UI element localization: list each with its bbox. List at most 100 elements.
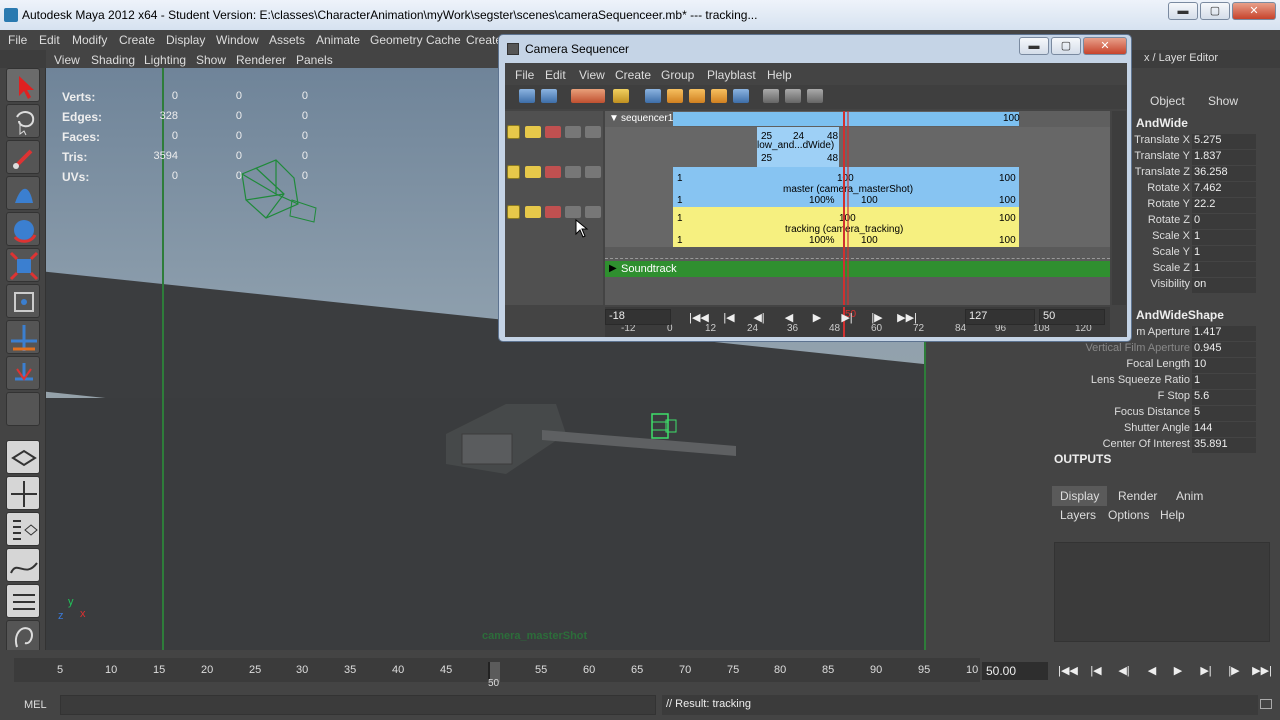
seq-maximize-button[interactable]: ▢	[1051, 37, 1081, 55]
manipulator-tool-icon[interactable]	[6, 284, 40, 318]
menu-assets[interactable]: Assets	[269, 33, 305, 47]
show-manipulator-icon[interactable]	[6, 356, 40, 390]
ts-play-backward-button[interactable]: ◀	[1142, 664, 1162, 680]
outliner-layout-icon[interactable]	[6, 512, 40, 546]
paint-tool-icon[interactable]	[6, 140, 40, 174]
attr-value[interactable]: 5	[1192, 406, 1256, 421]
seq-menu-view[interactable]: View	[579, 68, 605, 82]
up-wide-icon[interactable]	[565, 126, 581, 138]
layer-menu-layers[interactable]: Layers	[1060, 508, 1096, 522]
vp-menu-lighting[interactable]: Lighting	[144, 53, 186, 67]
attr-value[interactable]: 0.945	[1192, 342, 1256, 357]
play-sequence-icon[interactable]	[807, 89, 823, 103]
expand-arrow-icon[interactable]: ▶	[609, 263, 617, 274]
step-back-frame-button[interactable]: ◀|	[749, 311, 769, 327]
ts-go-to-start-button[interactable]: |◀◀	[1058, 664, 1078, 680]
shot-wide[interactable]: 25 24 48 low_and...dWide) 25 48	[757, 127, 839, 167]
attr-value[interactable]: 1	[1192, 262, 1256, 277]
seq-menu-playblast[interactable]: Playblast	[707, 68, 756, 82]
shot-master[interactable]: 1 100 100 master (camera_masterShot) 1 1…	[673, 167, 1019, 207]
soundtrack-lane[interactable]: ▶ Soundtrack	[605, 261, 1110, 277]
layer-menu-help[interactable]: Help	[1160, 508, 1185, 522]
sequencer-bar[interactable]	[673, 112, 1019, 126]
attr-value[interactable]: 7.462	[1192, 182, 1256, 197]
ts-step-back-key-button[interactable]: |◀	[1086, 664, 1106, 680]
time-slider-bar[interactable]: 5 10 15 20 25 30 35 40 45 50 55 60 65 70…	[14, 658, 980, 689]
seq-minimize-button[interactable]: ▬	[1019, 37, 1049, 55]
attr-value[interactable]: 1.417	[1192, 326, 1256, 341]
minimize-button[interactable]: ▬	[1168, 2, 1198, 20]
select-tool-icon[interactable]	[6, 68, 40, 102]
snap-icon[interactable]	[667, 89, 683, 103]
solo-master-icon[interactable]	[545, 166, 561, 178]
mute-tracking-icon[interactable]	[525, 206, 541, 218]
vp-menu-view[interactable]: View	[54, 53, 80, 67]
maximize-button[interactable]: ▢	[1200, 2, 1230, 20]
ts-go-to-end-button[interactable]: ▶▶|	[1252, 664, 1272, 680]
ts-step-forward-key-button[interactable]: |▶	[1224, 664, 1244, 680]
attr-value[interactable]: 5.275	[1192, 134, 1256, 149]
camera-view-icon[interactable]	[541, 89, 557, 103]
sequencer-canvas[interactable]: ▼ sequencer1 100 25 24 48 low_and...dWid…	[605, 111, 1110, 305]
ts-step-back-frame-button[interactable]: ◀|	[1114, 664, 1134, 680]
lock-wide-icon[interactable]	[507, 125, 520, 139]
seq-menu-group[interactable]: Group	[661, 68, 694, 82]
go-to-end-button[interactable]: ▶▶|	[897, 311, 917, 327]
current-time-field[interactable]: 50.00	[982, 662, 1048, 680]
attr-value[interactable]: 5.6	[1192, 390, 1256, 405]
mute-master-icon[interactable]	[525, 166, 541, 178]
soft-mod-tool-icon[interactable]	[6, 320, 40, 354]
collapse-arrow-icon[interactable]: ▼	[609, 113, 619, 124]
menu-create[interactable]: Create	[119, 33, 155, 47]
lock-master-icon[interactable]	[507, 165, 520, 179]
attr-value[interactable]: 1	[1192, 374, 1256, 389]
go-to-start-button[interactable]: |◀◀	[689, 311, 709, 327]
expand-icon[interactable]	[785, 89, 801, 103]
vp-menu-panels[interactable]: Panels	[296, 53, 333, 67]
shot-tracking[interactable]: 1 100 100 tracking (camera_tracking) 1 1…	[673, 207, 1019, 247]
collapse-icon[interactable]	[763, 89, 779, 103]
cb-tab-show[interactable]: Show	[1208, 94, 1238, 108]
sequencer-scrollbar[interactable]	[1112, 111, 1126, 305]
range-end-field[interactable]: 127	[965, 309, 1035, 325]
playblast-icon[interactable]	[571, 89, 605, 103]
down-wide-icon[interactable]	[585, 126, 601, 138]
down-master-icon[interactable]	[585, 166, 601, 178]
step-forward-key-button[interactable]: |▶	[867, 311, 887, 327]
ts-step-forward-frame-button[interactable]: ▶|	[1196, 664, 1216, 680]
script-editor-icon[interactable]	[1260, 699, 1272, 709]
mel-input[interactable]	[60, 695, 656, 715]
layer-tab-anim[interactable]: Anim	[1168, 486, 1211, 506]
last-tool-icon[interactable]	[6, 392, 40, 426]
attr-value[interactable]: 22.2	[1192, 198, 1256, 213]
frame-all-icon[interactable]	[645, 89, 661, 103]
attr-value[interactable]: 35.891	[1192, 438, 1256, 453]
menu-file[interactable]: File	[8, 33, 27, 47]
seq-menu-file[interactable]: File	[515, 68, 534, 82]
attr-value[interactable]: 1	[1192, 230, 1256, 245]
menu-create-2[interactable]: Create	[466, 33, 502, 47]
mute-wide-icon[interactable]	[525, 126, 541, 138]
play-backward-button[interactable]: ◀	[779, 311, 799, 327]
attr-value[interactable]: 0	[1192, 214, 1256, 229]
four-view-layout-icon[interactable]	[6, 476, 40, 510]
link-icon[interactable]	[613, 89, 629, 103]
move-tool-icon[interactable]	[6, 176, 40, 210]
menu-animate[interactable]: Animate	[316, 33, 360, 47]
ripple-icon[interactable]	[689, 89, 705, 103]
scale-tool-icon[interactable]	[6, 248, 40, 282]
vp-menu-renderer[interactable]: Renderer	[236, 53, 286, 67]
single-view-layout-icon[interactable]	[6, 440, 40, 474]
up-master-icon[interactable]	[565, 166, 581, 178]
attr-value[interactable]: 144	[1192, 422, 1256, 437]
attr-value[interactable]: 1.837	[1192, 150, 1256, 165]
step-back-key-button[interactable]: |◀	[719, 311, 739, 327]
layer-list[interactable]	[1054, 542, 1270, 642]
close-button[interactable]: ✕	[1232, 2, 1276, 20]
ts-play-forward-button[interactable]: ▶	[1168, 664, 1188, 680]
attr-value[interactable]: on	[1192, 278, 1256, 293]
cb-tab-object[interactable]: Object	[1150, 94, 1185, 108]
attr-value[interactable]: 36.258	[1192, 166, 1256, 181]
graph-editor-layout-icon[interactable]	[6, 548, 40, 582]
down-tracking-icon[interactable]	[585, 206, 601, 218]
